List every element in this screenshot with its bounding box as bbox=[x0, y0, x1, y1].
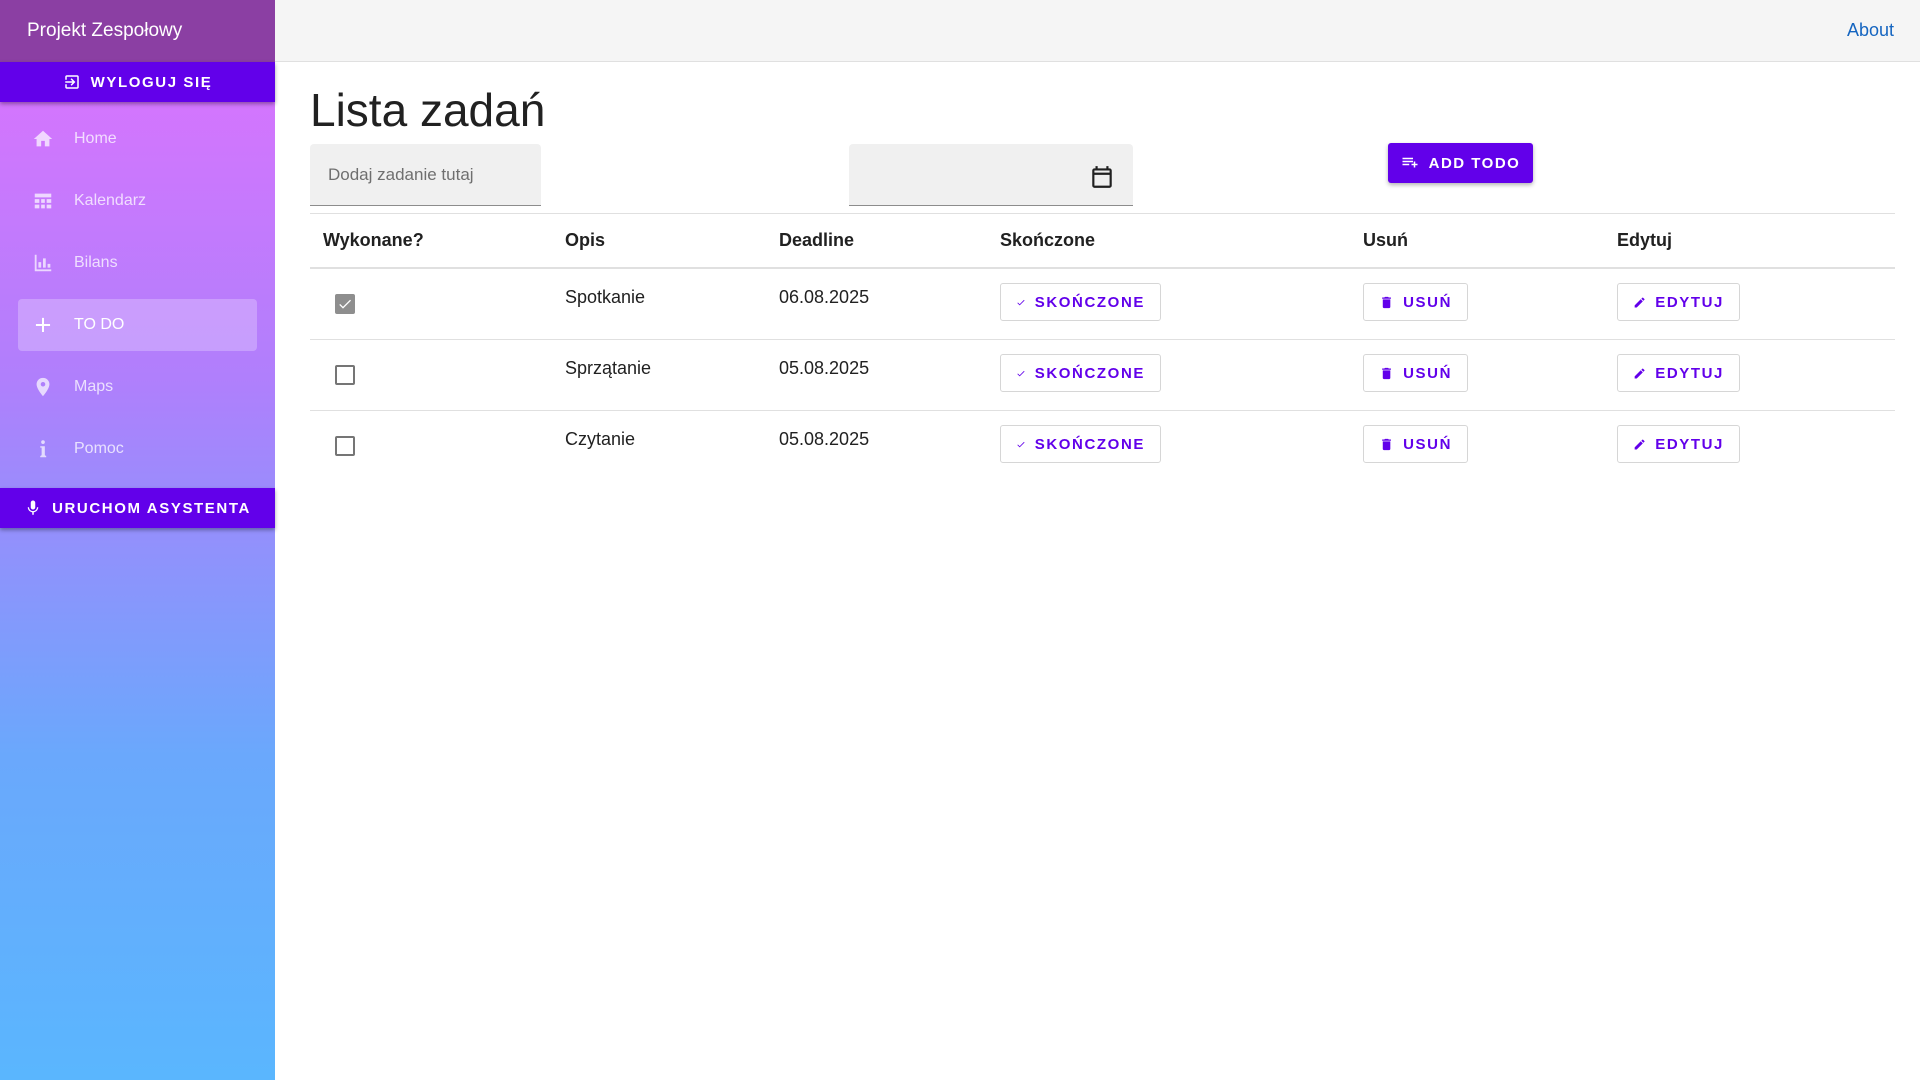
logout-label: WYLOGUJ SIĘ bbox=[90, 73, 213, 91]
sidebar-item-label: Bilans bbox=[74, 254, 118, 271]
sidebar-item-home[interactable]: Home bbox=[18, 113, 257, 165]
sidebar-item-label: Maps bbox=[74, 378, 114, 395]
add-todo-button[interactable]: ADD TODO bbox=[1388, 143, 1533, 183]
table-header: Wykonane? Opis Deadline Skończone Usuń E… bbox=[310, 214, 1895, 269]
calendar-grid-icon bbox=[34, 193, 52, 209]
delete-button[interactable]: USUŃ bbox=[1363, 354, 1468, 392]
add-todo-label: ADD TODO bbox=[1428, 154, 1521, 172]
header-done: Wykonane? bbox=[323, 230, 424, 250]
finish-button[interactable]: SKOŃCZONE bbox=[1000, 283, 1161, 321]
trash-icon bbox=[1382, 438, 1391, 450]
finish-label: SKOŃCZONE bbox=[1034, 435, 1145, 453]
done-checkbox[interactable] bbox=[335, 365, 355, 385]
table-row: Spotkanie 06.08.2025 SKOŃCZONE USUŃ EDYT… bbox=[310, 269, 1895, 340]
finish-label: SKOŃCZONE bbox=[1034, 293, 1145, 311]
todo-table: Wykonane? Opis Deadline Skończone Usuń E… bbox=[310, 213, 1895, 482]
pencil-icon bbox=[1634, 297, 1645, 307]
task-description: Sprzątanie bbox=[565, 358, 652, 378]
header-delete: Usuń bbox=[1363, 230, 1408, 250]
task-deadline: 05.08.2025 bbox=[779, 358, 870, 378]
sidebar: Projekt Zespołowy WYLOGUJ SIĘ Home Kalen… bbox=[0, 0, 275, 1080]
sidebar-nav: Home Kalendarz Bilans TO DO Maps Pomoc bbox=[0, 113, 275, 485]
map-pin-icon bbox=[36, 377, 50, 397]
delete-label: USUŃ bbox=[1403, 364, 1452, 382]
logout-icon bbox=[64, 75, 79, 89]
playlist-add-icon bbox=[1402, 157, 1418, 168]
header-deadline: Deadline bbox=[779, 230, 855, 250]
top-bar: About bbox=[275, 0, 1920, 62]
sidebar-item-label: Home bbox=[74, 130, 117, 147]
delete-button[interactable]: USUŃ bbox=[1363, 283, 1468, 321]
done-checkbox[interactable] bbox=[335, 436, 355, 456]
info-icon bbox=[40, 440, 47, 458]
edit-button[interactable]: EDYTUJ bbox=[1617, 283, 1740, 321]
trash-icon bbox=[1382, 367, 1391, 379]
assistant-label: URUCHOM ASYSTENTA bbox=[52, 499, 251, 517]
check-icon bbox=[1017, 299, 1025, 305]
pencil-icon bbox=[1634, 439, 1645, 449]
finish-label: SKOŃCZONE bbox=[1034, 364, 1145, 382]
trash-icon bbox=[1382, 296, 1391, 308]
sidebar-item-label: Pomoc bbox=[74, 440, 124, 457]
task-description: Spotkanie bbox=[565, 287, 646, 307]
sidebar-item-label: TO DO bbox=[74, 316, 125, 333]
logout-button[interactable]: WYLOGUJ SIĘ bbox=[0, 62, 275, 102]
check-icon bbox=[1017, 370, 1025, 376]
delete-label: USUŃ bbox=[1403, 435, 1452, 453]
sidebar-item-label: Kalendarz bbox=[74, 192, 147, 209]
delete-label: USUŃ bbox=[1403, 293, 1452, 311]
edit-label: EDYTUJ bbox=[1655, 293, 1724, 311]
edit-label: EDYTUJ bbox=[1655, 364, 1724, 382]
sidebar-item-kalendarz[interactable]: Kalendarz bbox=[18, 175, 257, 227]
edit-button[interactable]: EDYTUJ bbox=[1617, 425, 1740, 463]
header-edit: Edytuj bbox=[1617, 230, 1673, 250]
task-description: Czytanie bbox=[565, 429, 636, 449]
table-row: Czytanie 05.08.2025 SKOŃCZONE USUŃ EDYTU… bbox=[310, 411, 1895, 482]
calendar-icon[interactable] bbox=[1089, 164, 1115, 190]
task-deadline: 06.08.2025 bbox=[779, 287, 870, 307]
header-description: Opis bbox=[565, 230, 606, 250]
app-title: Projekt Zespołowy bbox=[0, 0, 275, 62]
bar-chart-icon bbox=[34, 254, 52, 272]
header-finished: Skończone bbox=[1000, 230, 1096, 250]
sidebar-item-todo[interactable]: TO DO bbox=[18, 299, 257, 351]
page-title: Lista zadań bbox=[310, 84, 546, 136]
sidebar-item-pomoc[interactable]: Pomoc bbox=[18, 423, 257, 475]
check-icon bbox=[1017, 441, 1025, 447]
sidebar-item-maps[interactable]: Maps bbox=[18, 361, 257, 413]
delete-button[interactable]: USUŃ bbox=[1363, 425, 1468, 463]
about-link[interactable]: About bbox=[1847, 20, 1894, 41]
table-row: Sprzątanie 05.08.2025 SKOŃCZONE USUŃ EDY… bbox=[310, 340, 1895, 411]
edit-label: EDYTUJ bbox=[1655, 435, 1724, 453]
finish-button[interactable]: SKOŃCZONE bbox=[1000, 425, 1161, 463]
pencil-icon bbox=[1634, 368, 1645, 378]
home-icon bbox=[33, 130, 53, 147]
check-icon bbox=[339, 299, 351, 309]
task-input-field[interactable] bbox=[310, 144, 541, 206]
finish-button[interactable]: SKOŃCZONE bbox=[1000, 354, 1161, 392]
sidebar-item-bilans[interactable]: Bilans bbox=[18, 237, 257, 289]
task-deadline: 05.08.2025 bbox=[779, 429, 870, 449]
date-input-field[interactable] bbox=[849, 144, 1133, 206]
plus-icon bbox=[35, 317, 51, 333]
edit-button[interactable]: EDYTUJ bbox=[1617, 354, 1740, 392]
microphone-icon bbox=[27, 500, 39, 515]
assistant-button[interactable]: URUCHOM ASYSTENTA bbox=[0, 488, 275, 528]
task-input[interactable] bbox=[310, 144, 541, 205]
done-checkbox[interactable] bbox=[335, 294, 355, 314]
